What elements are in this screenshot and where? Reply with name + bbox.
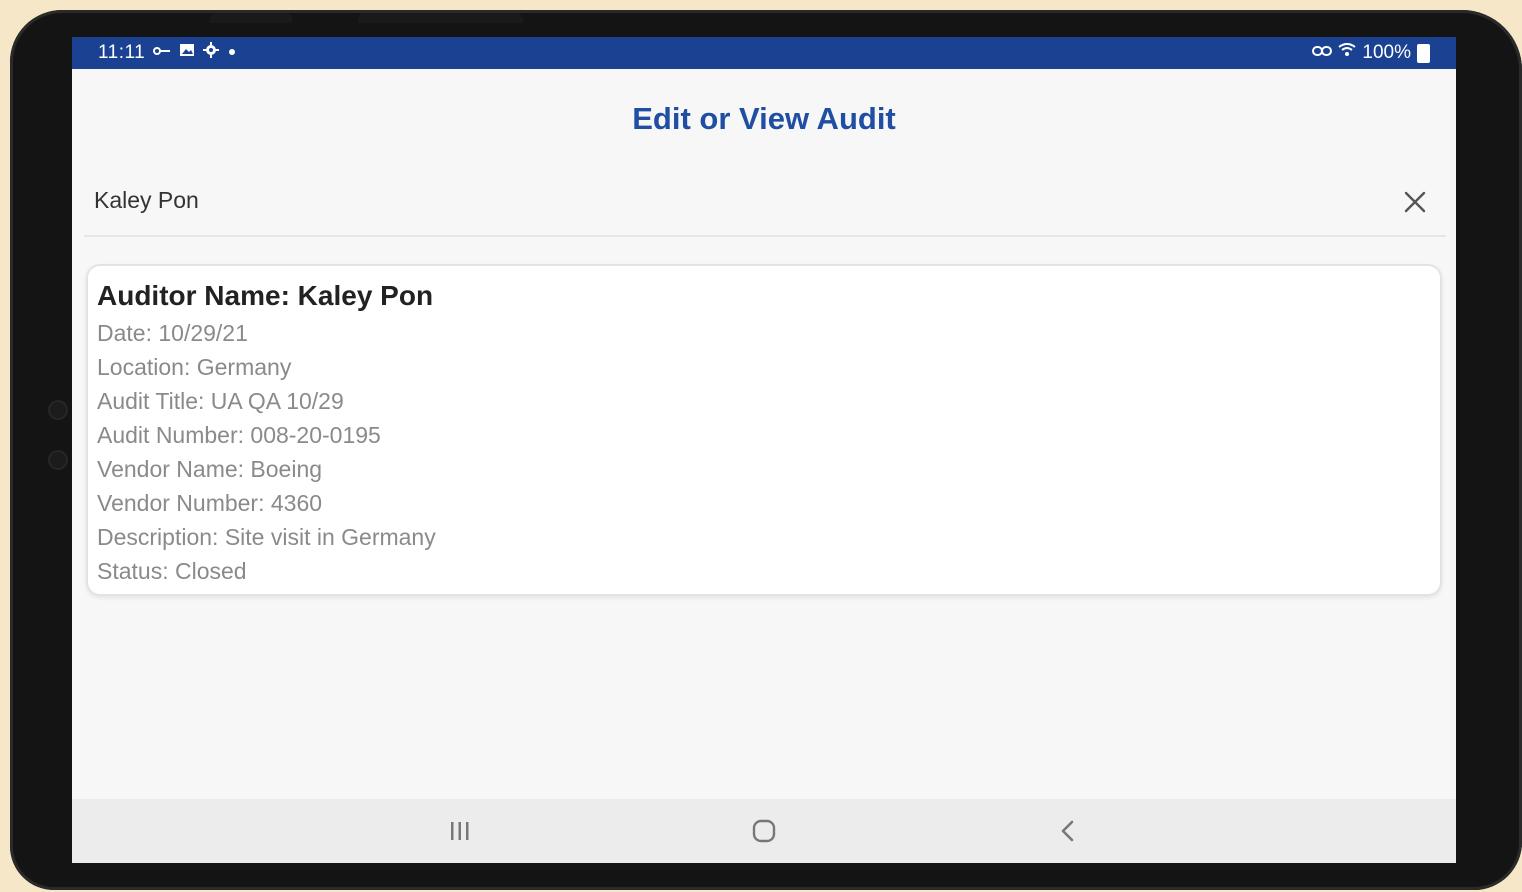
audit-status: Status: Closed bbox=[97, 558, 247, 584]
battery-icon bbox=[1417, 43, 1430, 63]
wifi-icon bbox=[1338, 43, 1356, 63]
recent-apps-icon bbox=[451, 822, 469, 840]
status-time: 11:11 bbox=[98, 42, 146, 63]
link-icon bbox=[1312, 43, 1333, 63]
audit-card[interactable]: Auditor Name: Kaley Pon Date: 10/29/21 L… bbox=[86, 264, 1442, 596]
auditor-name-heading: Auditor Name: Kaley Pon bbox=[97, 280, 434, 311]
audit-number: Audit Number: 008-20-0195 bbox=[97, 422, 381, 448]
search-field[interactable]: Kaley Pon bbox=[84, 177, 1446, 237]
volume-button bbox=[210, 13, 292, 23]
status-left-group: 11:11 bbox=[98, 42, 237, 64]
audit-description: Description: Site visit in Germany bbox=[97, 524, 436, 550]
recent-apps-button[interactable] bbox=[440, 813, 480, 849]
back-button[interactable] bbox=[1048, 813, 1088, 849]
system-nav-bar bbox=[72, 799, 1456, 863]
front-camera bbox=[48, 450, 68, 470]
notification-dot-icon bbox=[227, 43, 237, 63]
camera-sensor bbox=[48, 400, 68, 420]
status-bar: 11:11 100% bbox=[72, 37, 1456, 69]
power-button bbox=[358, 13, 523, 23]
audit-title: Audit Title: UA QA 10/29 bbox=[97, 388, 344, 414]
image-icon bbox=[179, 43, 195, 63]
settings-gear-icon bbox=[203, 42, 220, 64]
back-icon bbox=[1061, 820, 1074, 842]
search-input-value[interactable]: Kaley Pon bbox=[94, 187, 199, 214]
audit-date: Date: 10/29/21 bbox=[97, 320, 248, 346]
page-title: Edit or View Audit bbox=[632, 101, 896, 136]
battery-percent: 100% bbox=[1362, 42, 1411, 63]
vendor-number: Vendor Number: 4360 bbox=[97, 490, 323, 516]
status-right-group: 100% bbox=[1312, 42, 1430, 64]
close-icon bbox=[1404, 191, 1426, 213]
home-button[interactable] bbox=[744, 813, 784, 849]
home-icon bbox=[752, 819, 776, 843]
audit-location: Location: Germany bbox=[97, 354, 292, 380]
vendor-name: Vendor Name: Boeing bbox=[97, 456, 323, 482]
device-screen: 11:11 100% Edit or View Audit Kaley Pon … bbox=[72, 37, 1456, 863]
key-icon bbox=[153, 43, 171, 63]
clear-search-button[interactable] bbox=[1398, 185, 1432, 219]
